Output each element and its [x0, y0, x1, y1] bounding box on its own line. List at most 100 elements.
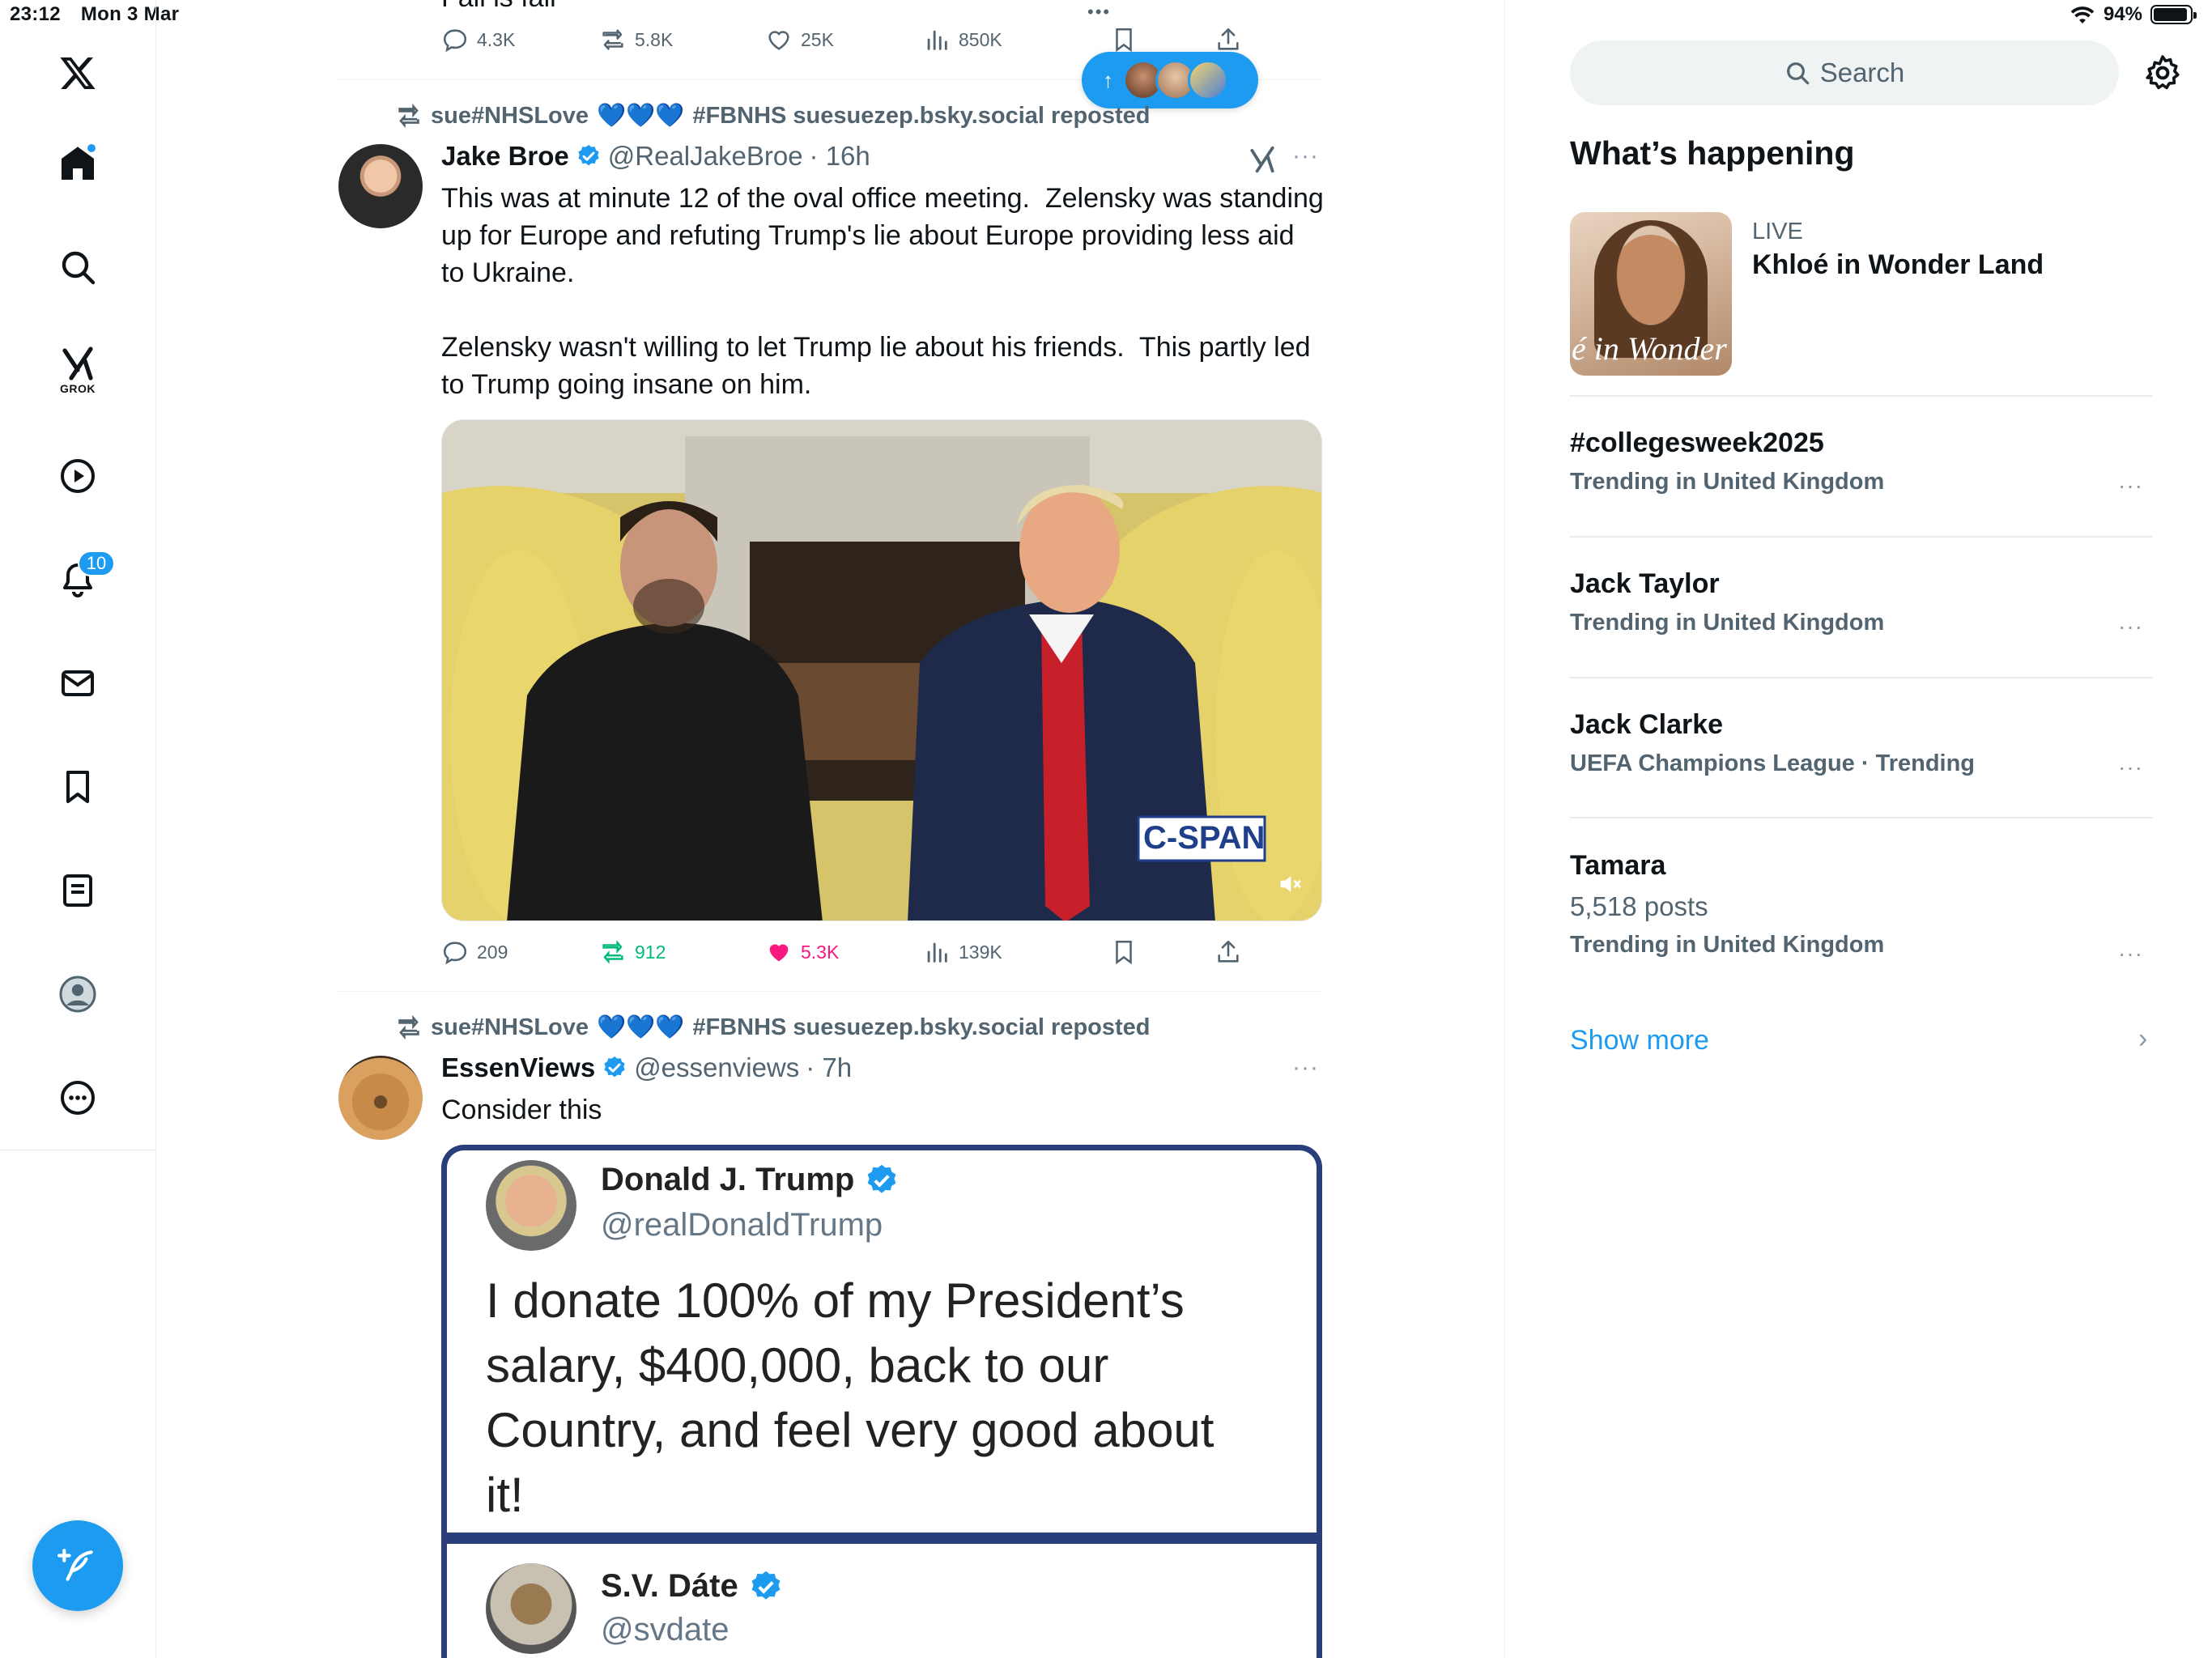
embedded-avatar	[486, 1160, 576, 1251]
repost-context[interactable]: sue#NHSLove 💙💙💙 #FBNHS suesuezep.bsky.soci…	[395, 1014, 1151, 1041]
tweet-image[interactable]: Donald J. Trump @realDonaldTrump I donat…	[441, 1145, 1322, 1658]
repost-icon	[398, 103, 419, 129]
tweet-header: Jake Broe @RealJakeBroe · 16h	[441, 141, 870, 172]
author-handle: @essenviews	[634, 1052, 800, 1082]
bookmark-action[interactable]	[1110, 938, 1138, 966]
show-more-link[interactable]: Show more	[1570, 1025, 1709, 1056]
repost-context[interactable]: sue#NHSLove 💙💙💙 #FBNHS suesuezep.bsky.soci…	[395, 102, 1151, 130]
grok-label: GROK	[60, 382, 96, 395]
tweet-video[interactable]: C-SPAN	[441, 419, 1322, 921]
live-thumbnail-text: é in Wonder L	[1572, 330, 1732, 367]
author-handle: @RealJakeBroe	[607, 141, 803, 171]
embedded-name-2: S.V. Dáte	[601, 1568, 738, 1604]
embedded-header: Donald J. Trump	[601, 1162, 900, 1198]
tweet-header: EssenViews @essenviews · 7h	[441, 1052, 852, 1083]
nav-explore[interactable]	[49, 238, 107, 296]
live-label: LIVE	[1752, 219, 1803, 244]
search-input[interactable]: Search	[1570, 40, 2119, 105]
views-action[interactable]: 139K	[923, 938, 1002, 966]
trend-meta: Trending in United Kingdom	[1570, 610, 1885, 636]
embedded-handle-2: @svdate	[601, 1612, 730, 1647]
trend-meta: Trending in United Kingdom	[1570, 932, 1885, 958]
tweet-text: This was at minute 12 of the oval office…	[441, 183, 1324, 400]
grok-explain-icon[interactable]	[1247, 144, 1278, 175]
author-avatar[interactable]	[338, 144, 423, 228]
repost-icon	[398, 1014, 419, 1040]
share-action[interactable]	[1214, 938, 1242, 966]
trend-item[interactable]: Tamara 5,518 posts Trending in United Ki…	[1570, 850, 2153, 966]
share-action[interactable]	[1214, 26, 1242, 53]
trend-post-count: 5,518 posts	[1570, 891, 1708, 921]
repost-action[interactable]: 912	[599, 938, 666, 966]
nav-home[interactable]	[49, 134, 107, 193]
tweet-text: Consider this	[441, 1095, 602, 1125]
more-options-icon[interactable]: ···	[1292, 142, 1319, 170]
bookmark-icon	[1116, 940, 1132, 965]
views-count: 139K	[959, 941, 1002, 963]
repost-count: 912	[635, 941, 666, 963]
trend-title: Jack Taylor	[1570, 568, 1720, 599]
trend-separator	[1570, 536, 2153, 538]
tweet-time: · 16h	[809, 141, 870, 171]
views-action[interactable]: 850K	[923, 26, 1002, 53]
like-action[interactable]: 5.3K	[765, 938, 839, 966]
more-options-icon[interactable]: ···	[2118, 473, 2143, 499]
nav-more[interactable]	[49, 1069, 107, 1127]
reply-count: 4.3K	[477, 28, 516, 50]
verified-badge-icon	[867, 1164, 896, 1193]
whats-happening-title: What’s happening	[1570, 134, 1855, 172]
repost-by-name: sue#NHSLove	[431, 102, 589, 129]
grok-icon	[62, 346, 93, 380]
repost-suffix: #FBNHS suesuezep.bsky.social reposted	[692, 102, 1151, 129]
repost-action[interactable]: 5.8K	[599, 26, 673, 53]
timeline: Fail is fail 4.3K 5.8K 25K 850K ••• ↑	[338, 0, 1324, 1658]
home-unread-dot	[86, 142, 97, 154]
profile-avatar-icon	[59, 976, 96, 1013]
like-count: 5.3K	[801, 941, 840, 963]
live-title: Khloé in Wonder Land	[1752, 249, 2044, 280]
author-name[interactable]: EssenViews	[441, 1052, 595, 1083]
new-posts-pill[interactable]: ↑	[1082, 52, 1258, 108]
verified-badge-icon	[751, 1571, 781, 1600]
repost-suffix: #FBNHS suesuezep.bsky.social reposted	[692, 1014, 1151, 1040]
trend-item[interactable]: Jack Taylor Trending in United Kingdom ·…	[1570, 568, 2153, 639]
trend-separator	[1570, 395, 2153, 397]
play-circle-icon	[61, 459, 95, 493]
video-watermark: C-SPAN	[1143, 820, 1266, 856]
more-options-icon[interactable]: ···	[1292, 1054, 1319, 1082]
more-options-icon[interactable]: ···	[2118, 755, 2143, 780]
settings-gear-icon[interactable]	[2143, 53, 2182, 92]
chevron-right-icon: ›	[2138, 1023, 2148, 1054]
views-bar-chart-icon	[927, 30, 947, 50]
repost-count: 5.8K	[635, 28, 674, 50]
bookmark-icon	[1116, 28, 1132, 53]
arrow-up-icon: ↑	[1103, 67, 1113, 92]
pill-grabber-dots: •••	[1087, 2, 1112, 22]
nav-video[interactable]	[49, 447, 107, 505]
embedded-quote: I donate 100% of my President’s salary, …	[486, 1273, 1214, 1522]
author-name[interactable]: Jake Broe	[441, 141, 569, 172]
like-action[interactable]: 25K	[765, 26, 834, 53]
reply-action[interactable]: 209	[441, 938, 508, 966]
more-options-icon[interactable]: ···	[2118, 941, 2143, 967]
nav-messages[interactable]	[49, 654, 107, 712]
x-logo-icon[interactable]	[49, 44, 107, 102]
compose-post-button[interactable]	[32, 1520, 123, 1611]
previous-tweet-partial-text: Fail is fail	[441, 0, 556, 14]
mute-icon[interactable]	[1276, 870, 1304, 898]
live-event-card[interactable]: é in Wonder L LIVE Khloé in Wonder Land	[1570, 212, 2153, 376]
trend-item[interactable]: #collegesweek2025 Trending in United Kin…	[1570, 427, 2153, 498]
author-avatar[interactable]	[338, 1056, 423, 1140]
more-options-icon[interactable]: ···	[2118, 614, 2143, 640]
trend-item[interactable]: Jack Clarke UEFA Champions League · Tren…	[1570, 709, 2153, 780]
mail-icon	[62, 670, 94, 696]
bookmark-action[interactable]	[1110, 26, 1138, 53]
nav-lists[interactable]	[49, 861, 107, 920]
reply-action[interactable]: 4.3K	[441, 26, 515, 53]
tweet-time: · 7h	[806, 1052, 853, 1082]
nav-notifications[interactable]: 10	[49, 551, 115, 609]
trend-title: #collegesweek2025	[1570, 427, 1824, 458]
nav-grok[interactable]: GROK	[49, 340, 107, 398]
nav-profile[interactable]	[49, 965, 107, 1023]
nav-bookmarks[interactable]	[49, 758, 107, 816]
